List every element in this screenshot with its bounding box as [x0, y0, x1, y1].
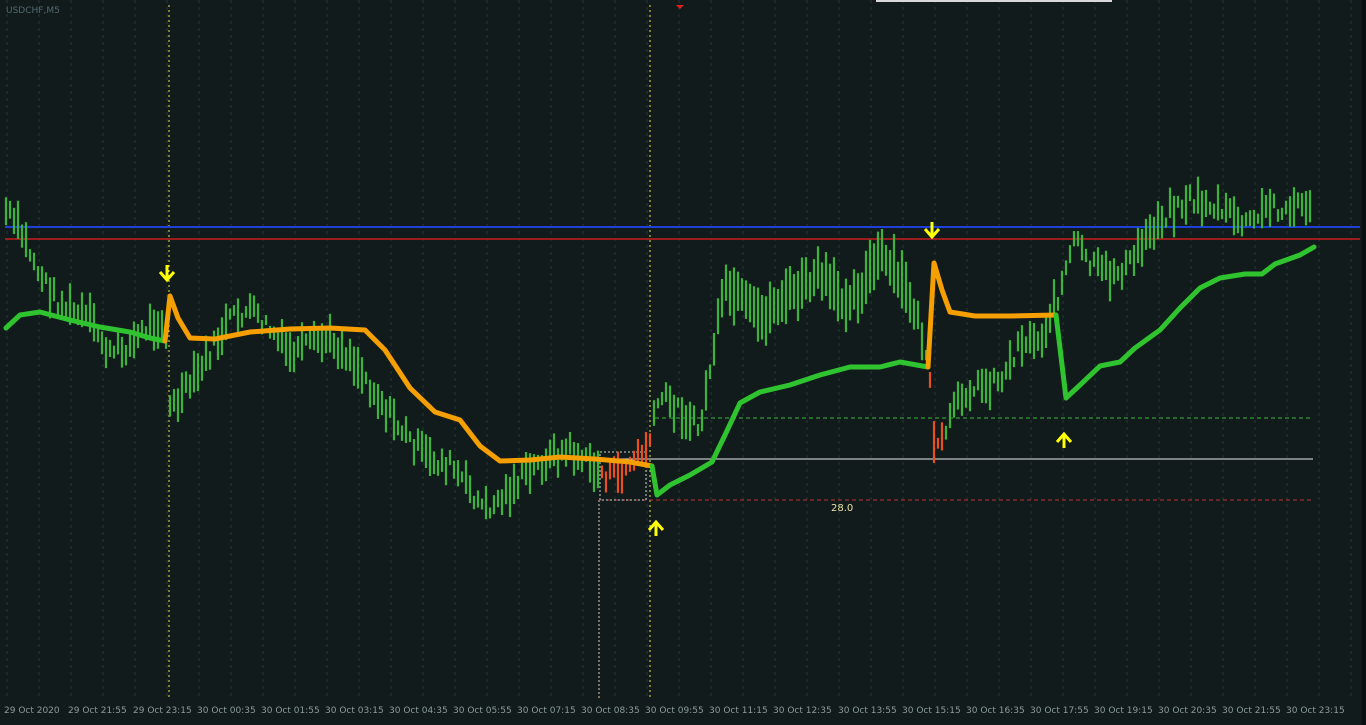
time-label: 30 Oct 00:35	[197, 706, 256, 716]
time-label: 30 Oct 13:55	[838, 706, 897, 716]
time-label: 30 Oct 17:55	[1030, 706, 1089, 716]
time-label: 30 Oct 12:35	[773, 706, 832, 716]
time-label: 30 Oct 04:35	[389, 706, 448, 716]
time-marker-lines	[168, 5, 684, 700]
time-label: 30 Oct 20:35	[1158, 706, 1217, 716]
window-top-border	[876, 0, 1112, 2]
price-levels	[5, 226, 1360, 501]
moving-average-line	[649, 359, 931, 498]
measure-label: 28.0	[831, 503, 854, 514]
arrow-up-icon	[647, 519, 665, 536]
time-label: 30 Oct 19:15	[1094, 706, 1153, 716]
time-label: 30 Oct 21:55	[1222, 706, 1281, 716]
time-label: 30 Oct 07:15	[517, 706, 576, 716]
time-label: 30 Oct 03:15	[325, 706, 384, 716]
time-label: 30 Oct 23:15	[1286, 706, 1345, 716]
moving-average-line	[925, 260, 1059, 370]
arrow-down-icon	[923, 222, 941, 240]
time-label: 30 Oct 15:15	[902, 706, 961, 716]
arrow-down-icon	[158, 265, 176, 283]
time-label: 30 Oct 08:35	[581, 706, 640, 716]
arrow-up-icon	[1055, 431, 1073, 448]
price-chart[interactable]	[0, 0, 1366, 725]
price-bars	[4, 176, 1312, 520]
time-label: 29 Oct 23:15	[133, 706, 192, 716]
time-label: 30 Oct 01:55	[261, 706, 320, 716]
chart-window[interactable]: USDCHF,M5 28.0 29 Oct 2020 29 Oct 21:55 …	[0, 0, 1366, 725]
grid-lines	[6, 0, 1352, 700]
time-label: 30 Oct 05:55	[453, 706, 512, 716]
time-label: 30 Oct 09:55	[645, 706, 704, 716]
window-right-border	[1362, 0, 1366, 725]
time-label: 30 Oct 16:35	[966, 706, 1025, 716]
time-label: 29 Oct 2020	[4, 706, 60, 716]
symbol-title: USDCHF,M5	[6, 6, 60, 16]
time-label: 29 Oct 21:55	[68, 706, 127, 716]
time-label: 30 Oct 11:15	[709, 706, 768, 716]
current-bar-marker	[676, 5, 684, 9]
